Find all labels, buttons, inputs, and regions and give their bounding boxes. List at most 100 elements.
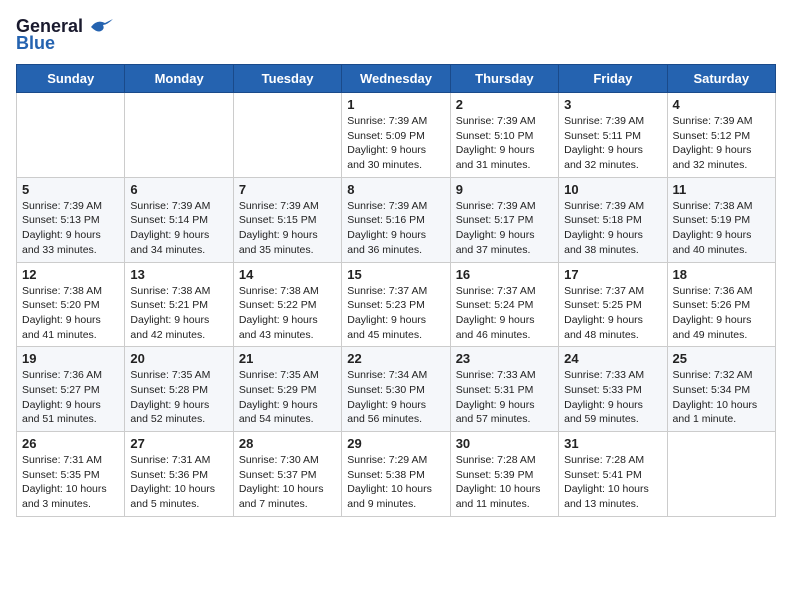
day-number: 23 [456, 351, 553, 366]
cell-content: Sunrise: 7:39 AM Sunset: 5:15 PM Dayligh… [239, 199, 336, 258]
calendar-cell: 15 Sunrise: 7:37 AM Sunset: 5:23 PM Dayli… [342, 262, 450, 347]
cell-content: Sunrise: 7:39 AM Sunset: 5:18 PM Dayligh… [564, 199, 661, 258]
calendar-week-5: 26 Sunrise: 7:31 AM Sunset: 5:35 PM Dayli… [17, 432, 776, 517]
day-number: 30 [456, 436, 553, 451]
calendar-cell: 24 Sunrise: 7:33 AM Sunset: 5:33 PM Dayli… [559, 347, 667, 432]
day-number: 18 [673, 267, 770, 282]
calendar-body: 1 Sunrise: 7:39 AM Sunset: 5:09 PM Daylig… [17, 93, 776, 517]
calendar-cell: 7 Sunrise: 7:39 AM Sunset: 5:15 PM Daylig… [233, 177, 341, 262]
day-number: 13 [130, 267, 227, 282]
day-number: 8 [347, 182, 444, 197]
calendar-week-4: 19 Sunrise: 7:36 AM Sunset: 5:27 PM Dayli… [17, 347, 776, 432]
header-thursday: Thursday [450, 65, 558, 93]
calendar-cell: 22 Sunrise: 7:34 AM Sunset: 5:30 PM Dayli… [342, 347, 450, 432]
calendar-cell: 11Sunrise: 7:38 AM Sunset: 5:19 PM Dayli… [667, 177, 775, 262]
calendar-table: SundayMondayTuesdayWednesdayThursdayFrid… [16, 64, 776, 517]
calendar-header: SundayMondayTuesdayWednesdayThursdayFrid… [17, 65, 776, 93]
day-number: 21 [239, 351, 336, 366]
cell-content: Sunrise: 7:37 AM Sunset: 5:25 PM Dayligh… [564, 284, 661, 343]
cell-content: Sunrise: 7:38 AM Sunset: 5:22 PM Dayligh… [239, 284, 336, 343]
day-number: 4 [673, 97, 770, 112]
cell-content: Sunrise: 7:36 AM Sunset: 5:26 PM Dayligh… [673, 284, 770, 343]
day-number: 16 [456, 267, 553, 282]
calendar-cell: 4Sunrise: 7:39 AM Sunset: 5:12 PM Daylig… [667, 93, 775, 178]
calendar-cell [233, 93, 341, 178]
cell-content: Sunrise: 7:35 AM Sunset: 5:29 PM Dayligh… [239, 368, 336, 427]
cell-content: Sunrise: 7:38 AM Sunset: 5:20 PM Dayligh… [22, 284, 119, 343]
calendar-week-2: 5 Sunrise: 7:39 AM Sunset: 5:13 PM Daylig… [17, 177, 776, 262]
day-number: 11 [673, 182, 770, 197]
calendar-cell: 5 Sunrise: 7:39 AM Sunset: 5:13 PM Daylig… [17, 177, 125, 262]
cell-content: Sunrise: 7:38 AM Sunset: 5:21 PM Dayligh… [130, 284, 227, 343]
calendar-cell: 17Sunrise: 7:37 AM Sunset: 5:25 PM Dayli… [559, 262, 667, 347]
cell-content: Sunrise: 7:28 AM Sunset: 5:39 PM Dayligh… [456, 453, 553, 512]
cell-content: Sunrise: 7:35 AM Sunset: 5:28 PM Dayligh… [130, 368, 227, 427]
calendar-cell: 1 Sunrise: 7:39 AM Sunset: 5:09 PM Daylig… [342, 93, 450, 178]
cell-content: Sunrise: 7:33 AM Sunset: 5:33 PM Dayligh… [564, 368, 661, 427]
cell-content: Sunrise: 7:31 AM Sunset: 5:36 PM Dayligh… [130, 453, 227, 512]
calendar-cell [17, 93, 125, 178]
day-number: 5 [22, 182, 119, 197]
cell-content: Sunrise: 7:31 AM Sunset: 5:35 PM Dayligh… [22, 453, 119, 512]
cell-content: Sunrise: 7:39 AM Sunset: 5:14 PM Dayligh… [130, 199, 227, 258]
calendar-cell: 18 Sunrise: 7:36 AM Sunset: 5:26 PM Dayli… [667, 262, 775, 347]
day-number: 20 [130, 351, 227, 366]
header-tuesday: Tuesday [233, 65, 341, 93]
calendar-cell: 12 Sunrise: 7:38 AM Sunset: 5:20 PM Dayli… [17, 262, 125, 347]
calendar-cell: 8Sunrise: 7:39 AM Sunset: 5:16 PM Daylig… [342, 177, 450, 262]
logo: General Blue [16, 16, 115, 54]
logo-blue-text: Blue [16, 33, 55, 54]
calendar-cell: 26 Sunrise: 7:31 AM Sunset: 5:35 PM Dayli… [17, 432, 125, 517]
header-monday: Monday [125, 65, 233, 93]
calendar-cell [667, 432, 775, 517]
header-row: SundayMondayTuesdayWednesdayThursdayFrid… [17, 65, 776, 93]
day-number: 22 [347, 351, 444, 366]
calendar-week-1: 1 Sunrise: 7:39 AM Sunset: 5:09 PM Daylig… [17, 93, 776, 178]
calendar-cell: 13 Sunrise: 7:38 AM Sunset: 5:21 PM Dayli… [125, 262, 233, 347]
calendar-cell: 16 Sunrise: 7:37 AM Sunset: 5:24 PM Dayli… [450, 262, 558, 347]
cell-content: Sunrise: 7:32 AM Sunset: 5:34 PM Dayligh… [673, 368, 770, 427]
calendar-cell: 19 Sunrise: 7:36 AM Sunset: 5:27 PM Dayli… [17, 347, 125, 432]
day-number: 7 [239, 182, 336, 197]
day-number: 9 [456, 182, 553, 197]
calendar-cell: 2Sunrise: 7:39 AM Sunset: 5:10 PM Daylig… [450, 93, 558, 178]
calendar-cell: 25Sunrise: 7:32 AM Sunset: 5:34 PM Dayli… [667, 347, 775, 432]
day-number: 24 [564, 351, 661, 366]
day-number: 12 [22, 267, 119, 282]
calendar-cell: 21 Sunrise: 7:35 AM Sunset: 5:29 PM Dayli… [233, 347, 341, 432]
day-number: 1 [347, 97, 444, 112]
day-number: 27 [130, 436, 227, 451]
header-saturday: Saturday [667, 65, 775, 93]
day-number: 6 [130, 182, 227, 197]
page-header: General Blue [16, 16, 776, 54]
day-number: 26 [22, 436, 119, 451]
cell-content: Sunrise: 7:33 AM Sunset: 5:31 PM Dayligh… [456, 368, 553, 427]
cell-content: Sunrise: 7:37 AM Sunset: 5:23 PM Dayligh… [347, 284, 444, 343]
cell-content: Sunrise: 7:39 AM Sunset: 5:09 PM Dayligh… [347, 114, 444, 173]
calendar-cell: 31Sunrise: 7:28 AM Sunset: 5:41 PM Dayli… [559, 432, 667, 517]
day-number: 2 [456, 97, 553, 112]
calendar-cell: 28Sunrise: 7:30 AM Sunset: 5:37 PM Dayli… [233, 432, 341, 517]
calendar-cell: 10 Sunrise: 7:39 AM Sunset: 5:18 PM Dayli… [559, 177, 667, 262]
day-number: 10 [564, 182, 661, 197]
cell-content: Sunrise: 7:39 AM Sunset: 5:13 PM Dayligh… [22, 199, 119, 258]
calendar-cell: 9Sunrise: 7:39 AM Sunset: 5:17 PM Daylig… [450, 177, 558, 262]
header-friday: Friday [559, 65, 667, 93]
calendar-cell: 30 Sunrise: 7:28 AM Sunset: 5:39 PM Dayli… [450, 432, 558, 517]
calendar-cell: 3 Sunrise: 7:39 AM Sunset: 5:11 PM Daylig… [559, 93, 667, 178]
calendar-cell: 6 Sunrise: 7:39 AM Sunset: 5:14 PM Daylig… [125, 177, 233, 262]
logo-bird-icon [87, 17, 115, 37]
cell-content: Sunrise: 7:39 AM Sunset: 5:11 PM Dayligh… [564, 114, 661, 173]
day-number: 3 [564, 97, 661, 112]
day-number: 31 [564, 436, 661, 451]
cell-content: Sunrise: 7:37 AM Sunset: 5:24 PM Dayligh… [456, 284, 553, 343]
day-number: 15 [347, 267, 444, 282]
cell-content: Sunrise: 7:34 AM Sunset: 5:30 PM Dayligh… [347, 368, 444, 427]
cell-content: Sunrise: 7:36 AM Sunset: 5:27 PM Dayligh… [22, 368, 119, 427]
day-number: 29 [347, 436, 444, 451]
day-number: 19 [22, 351, 119, 366]
calendar-cell: 20 Sunrise: 7:35 AM Sunset: 5:28 PM Dayli… [125, 347, 233, 432]
header-sunday: Sunday [17, 65, 125, 93]
calendar-cell: 27 Sunrise: 7:31 AM Sunset: 5:36 PM Dayli… [125, 432, 233, 517]
day-number: 14 [239, 267, 336, 282]
